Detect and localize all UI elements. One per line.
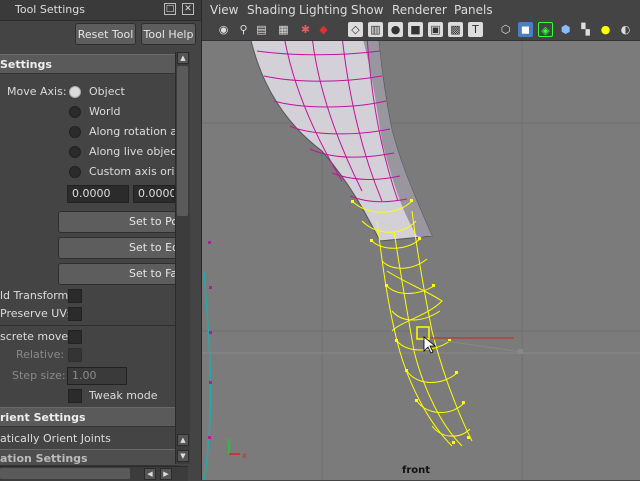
manipulator-center — [416, 326, 430, 340]
custom-axis-field-2[interactable]: 0.0000 — [133, 185, 175, 203]
hold-transform-label: ld Transform — [0, 289, 69, 302]
shadow-icon[interactable]: ◐ — [618, 22, 633, 37]
relative-checkbox[interactable] — [68, 348, 82, 362]
tweak-mode-label: Tweak mode — [89, 389, 158, 402]
viewport-menubar: View Shading Lighting Show Renderer Pane… — [202, 0, 640, 20]
move-axis-label: Move Axis: — [7, 85, 67, 98]
menu-shading[interactable]: Shading — [247, 3, 296, 17]
wireframe-shaded-icon[interactable]: ▥ — [368, 22, 383, 37]
reset-tool-button[interactable]: Reset Tool — [75, 23, 136, 45]
horizontal-scroll-thumb[interactable] — [0, 468, 130, 479]
camera-name-label: front — [402, 465, 431, 476]
viewport-iconbar: ◉ ⚲ ▤ ▦ ✱ ◆ ◇ ▥ ● ■ ▣ ▩ T ⬡ ◼ ◈ ⬢ ▚ ● ◐ — [202, 20, 640, 41]
vertical-scrollbar[interactable]: ▲ ▲ ▼ — [175, 52, 190, 464]
option-custom-axis-label: Custom axis orien — [89, 165, 175, 178]
scroll-right-icon[interactable]: ▶ — [160, 468, 172, 480]
set-to-point-button[interactable]: Set to Po — [58, 211, 178, 233]
preserve-uvs-label: Preserve UVs — [0, 307, 73, 320]
xray-icon[interactable]: ◈ — [538, 22, 553, 37]
grid-icon[interactable]: ✱ — [298, 22, 313, 37]
menu-show[interactable]: Show — [351, 3, 383, 17]
wireframe-icon[interactable]: ◇ — [348, 22, 363, 37]
tool-settings-titlebar: Tool Settings □ ✕ — [0, 0, 201, 21]
viewport-panel[interactable]: View Shading Lighting Show Renderer Pane… — [202, 0, 640, 480]
side-mesh-edge — [203, 270, 212, 480]
menu-view[interactable]: View — [210, 3, 238, 17]
menu-panels[interactable]: Panels — [454, 3, 493, 17]
option-live-object-label: Along live object a — [89, 145, 175, 158]
smooth-shade-icon[interactable]: ● — [388, 22, 403, 37]
xray-joints-icon[interactable]: ⬢ — [558, 22, 573, 37]
option-rotation-axis-label: Along rotation axi — [89, 125, 175, 138]
image-plane-icon[interactable]: ▦ — [276, 22, 291, 37]
section-settings-header[interactable]: Settings — [0, 54, 178, 74]
step-size-label: Step size: — [12, 369, 66, 382]
step-size-field[interactable]: 1.00 — [67, 367, 127, 385]
radio-custom-axis[interactable] — [69, 166, 81, 178]
orient-joints-label: atically Orient Joints — [0, 432, 111, 445]
bounding-box-icon[interactable]: ▣ — [428, 22, 443, 37]
radio-world[interactable] — [69, 106, 81, 118]
camera-icon[interactable]: ◉ — [216, 22, 231, 37]
film-gate-icon[interactable]: ◆ — [316, 22, 331, 37]
axis-y-label: y — [226, 436, 231, 445]
scroll-thumb[interactable] — [177, 66, 188, 216]
lock-camera-icon[interactable]: ⚲ — [236, 22, 251, 37]
scroll-up-icon[interactable]: ▲ — [177, 52, 189, 64]
radio-object[interactable] — [69, 86, 81, 98]
tweak-mode-checkbox[interactable] — [68, 389, 82, 403]
discrete-move-checkbox[interactable] — [68, 330, 82, 344]
cube-icon[interactable]: ◼ — [518, 22, 533, 37]
menu-renderer[interactable]: Renderer — [392, 3, 447, 17]
light-icon[interactable]: ● — [598, 22, 613, 37]
float-panel-icon[interactable]: □ — [164, 3, 176, 15]
tool-settings-panel: Tool Settings □ ✕ Reset Tool Tool Help S… — [0, 0, 202, 481]
custom-axis-field-1[interactable]: 0.0000 — [67, 185, 129, 203]
hold-transform-checkbox[interactable] — [68, 289, 82, 303]
radio-live-object[interactable] — [69, 146, 81, 158]
manipulator-handle — [518, 349, 523, 354]
close-icon[interactable]: ✕ — [182, 3, 194, 15]
scroll-left-icon[interactable]: ◀ — [144, 468, 156, 480]
checker-icon[interactable]: ▚ — [578, 22, 593, 37]
bookmark-icon[interactable]: ▤ — [254, 22, 269, 37]
isolate-icon[interactable]: ⬡ — [498, 22, 513, 37]
tool-settings-title: Tool Settings — [15, 3, 85, 16]
menu-lighting[interactable]: Lighting — [299, 3, 348, 17]
relative-label: Relative: — [16, 348, 65, 361]
option-object-label: Object — [89, 85, 125, 98]
manipulator-line — [423, 337, 523, 353]
axis-x-label: x — [242, 451, 247, 460]
section-orient-header[interactable]: rient Settings — [0, 407, 178, 427]
viewport-grid — [202, 41, 640, 480]
discrete-move-label: screte move: — [0, 330, 72, 343]
divider — [0, 325, 178, 326]
tool-help-button[interactable]: Tool Help — [141, 23, 196, 45]
scroll-up-arrow-icon[interactable]: ▲ — [177, 434, 189, 446]
set-to-edge-button[interactable]: Set to Ed — [58, 237, 178, 259]
3d-scene[interactable]: y x — [202, 41, 640, 480]
preserve-uvs-checkbox[interactable] — [68, 307, 82, 321]
radio-rotation-axis[interactable] — [69, 126, 81, 138]
option-world-label: World — [89, 105, 121, 118]
scroll-down-icon[interactable]: ▼ — [177, 450, 189, 462]
flat-shade-icon[interactable]: ■ — [408, 22, 423, 37]
textured-icon[interactable]: ▩ — [448, 22, 463, 37]
horizontal-scrollbar[interactable]: ◀ ▶ — [0, 466, 188, 481]
set-to-face-button[interactable]: Set to Fa — [58, 263, 178, 285]
section-rotation-header[interactable]: ation Settings — [0, 449, 178, 466]
text-icon[interactable]: T — [468, 22, 483, 37]
